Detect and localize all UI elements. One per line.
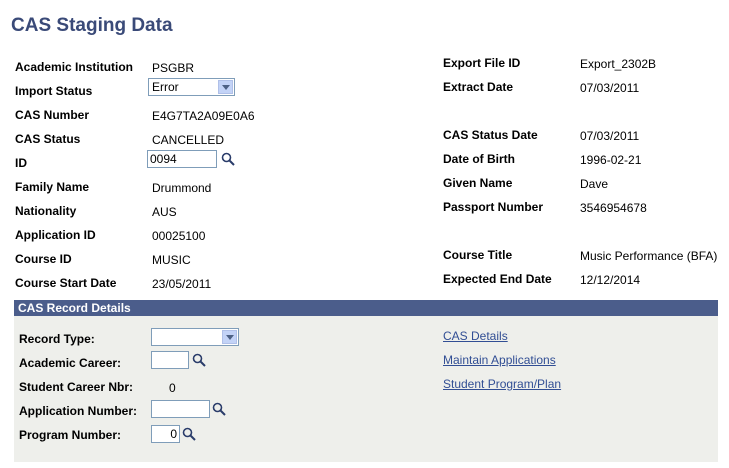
academic-institution-label: Academic Institution [15, 60, 134, 74]
export-file-id-label: Export File ID [443, 56, 521, 70]
chevron-down-icon[interactable] [222, 330, 237, 344]
import-status-label: Import Status [15, 84, 93, 98]
extract-date-value: 07/03/2011 [580, 81, 640, 95]
chevron-down-icon[interactable] [218, 80, 233, 94]
cas-status-value: CANCELLED [152, 133, 225, 147]
magnifier-icon[interactable] [192, 353, 206, 367]
application-id-value: 00025100 [152, 229, 206, 243]
nationality-label: Nationality [15, 204, 77, 218]
academic-institution-value: PSGBR [152, 61, 195, 75]
record-type-select[interactable] [151, 328, 239, 346]
program-number-label: Program Number: [19, 428, 122, 442]
extract-date-label: Extract Date [443, 80, 514, 94]
export-file-id-value: Export_2302B [580, 57, 657, 71]
academic-career-input[interactable] [151, 351, 189, 369]
record-type-label: Record Type: [19, 332, 95, 346]
cas-status-label: CAS Status [15, 132, 81, 146]
cas-status-date-value: 07/03/2011 [580, 129, 640, 143]
application-number-label: Application Number: [19, 404, 138, 418]
magnifier-icon[interactable] [221, 152, 235, 166]
application-id-label: Application ID [15, 228, 96, 242]
expected-end-date-label: Expected End Date [443, 272, 552, 286]
student-program-plan-link[interactable]: Student Program/Plan [443, 377, 561, 391]
program-number-input[interactable] [151, 425, 180, 443]
date-of-birth-value: 1996-02-21 [580, 153, 642, 167]
course-start-date-value: 23/05/2011 [152, 277, 212, 291]
id-input[interactable] [147, 150, 217, 168]
given-name-value: Dave [580, 177, 609, 191]
cas-number-value: E4G7TA2A09E0A6 [152, 109, 255, 123]
page-title: CAS Staging Data [11, 15, 173, 36]
application-number-input[interactable] [151, 400, 210, 418]
id-label: ID [15, 156, 27, 170]
import-status-select[interactable]: Error [148, 78, 235, 96]
cas-details-link[interactable]: CAS Details [443, 329, 508, 343]
course-id-label: Course ID [15, 252, 72, 266]
cas-record-details-header: CAS Record Details [14, 300, 718, 316]
student-career-nbr-label: Student Career Nbr: [19, 380, 134, 394]
maintain-applications-link[interactable]: Maintain Applications [443, 353, 556, 367]
passport-number-label: Passport Number [443, 200, 544, 214]
passport-number-value: 3546954678 [580, 201, 647, 215]
magnifier-icon[interactable] [212, 402, 226, 416]
cas-status-date-label: CAS Status Date [443, 128, 538, 142]
family-name-label: Family Name [15, 180, 90, 194]
given-name-label: Given Name [443, 176, 513, 190]
course-id-value: MUSIC [152, 253, 191, 267]
magnifier-icon[interactable] [182, 427, 196, 441]
expected-end-date-value: 12/12/2014 [580, 273, 641, 287]
family-name-value: Drummond [152, 181, 212, 195]
date-of-birth-label: Date of Birth [443, 152, 515, 166]
import-status-selected: Error [152, 80, 179, 94]
course-title-label: Course Title [443, 248, 513, 262]
cas-number-label: CAS Number [15, 108, 90, 122]
academic-career-label: Academic Career: [19, 356, 122, 370]
nationality-value: AUS [152, 205, 177, 219]
course-start-date-label: Course Start Date [15, 276, 117, 290]
course-title-value: Music Performance (BFA) [580, 249, 718, 263]
student-career-nbr-value: 0 [169, 381, 176, 395]
